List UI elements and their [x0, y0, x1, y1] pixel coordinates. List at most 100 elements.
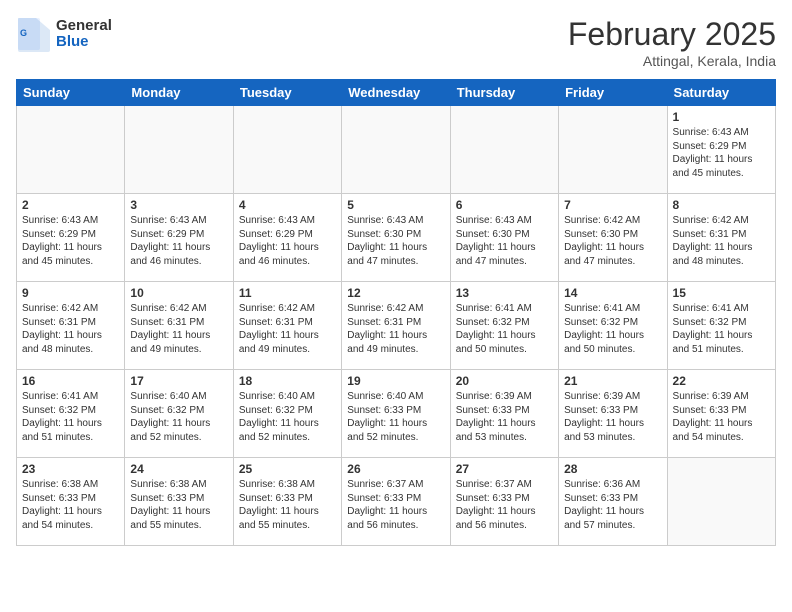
- calendar-subtitle: Attingal, Kerala, India: [568, 53, 776, 69]
- day-number: 27: [456, 462, 553, 476]
- day-number: 11: [239, 286, 336, 300]
- calendar-cell: 7 Sunrise: 6:42 AM Sunset: 6:30 PM Daylig…: [559, 194, 667, 282]
- day-number: 8: [673, 198, 770, 212]
- calendar-cell: [667, 458, 775, 546]
- day-info: Sunrise: 6:41 AM Sunset: 6:32 PM Dayligh…: [673, 302, 770, 356]
- week-row-3: 16 Sunrise: 6:41 AM Sunset: 6:32 PM Dayli…: [17, 370, 776, 458]
- day-info: Sunrise: 6:43 AM Sunset: 6:29 PM Dayligh…: [130, 214, 227, 268]
- calendar-cell: 6Sunrise: 6:43 AM Sunset: 6:30 PM Daylig…: [450, 194, 558, 282]
- day-number: 18: [239, 374, 336, 388]
- calendar-cell: 22Sunrise: 6:39 AM Sunset: 6:33 PM Dayli…: [667, 370, 775, 458]
- day-info: Sunrise: 6:41 AM Sunset: 6:32 PM Dayligh…: [456, 302, 553, 356]
- weekday-header-monday: Monday: [125, 80, 233, 106]
- day-info: Sunrise: 6:40 AM Sunset: 6:33 PM Dayligh…: [347, 390, 444, 444]
- calendar-title: February 2025: [568, 16, 776, 53]
- logo-blue-text: Blue: [56, 34, 112, 51]
- weekday-header-tuesday: Tuesday: [233, 80, 341, 106]
- calendar-cell: 11 Sunrise: 6:42 AM Sunset: 6:31 PM Dayli…: [233, 282, 341, 370]
- calendar-cell: [125, 106, 233, 194]
- week-row-0: 1Sunrise: 6:43 AM Sunset: 6:29 PM Daylig…: [17, 106, 776, 194]
- day-number: 4: [239, 198, 336, 212]
- day-number: 20: [456, 374, 553, 388]
- svg-text:G: G: [20, 28, 27, 38]
- calendar-cell: 9Sunrise: 6:42 AM Sunset: 6:31 PM Daylig…: [17, 282, 125, 370]
- calendar-cell: 28 Sunrise: 6:36 AM Sunset: 6:33 PM Dayli…: [559, 458, 667, 546]
- weekday-header-row: SundayMondayTuesdayWednesdayThursdayFrid…: [17, 80, 776, 106]
- calendar-cell: 1Sunrise: 6:43 AM Sunset: 6:29 PM Daylig…: [667, 106, 775, 194]
- logo-general-text: General: [56, 18, 112, 35]
- calendar-cell: 18 Sunrise: 6:40 AM Sunset: 6:32 PM Dayli…: [233, 370, 341, 458]
- day-number: 26: [347, 462, 444, 476]
- day-info: Sunrise: 6:42 AM Sunset: 6:31 PM Dayligh…: [22, 302, 119, 356]
- day-number: 16: [22, 374, 119, 388]
- day-info: Sunrise: 6:42 AM Sunset: 6:31 PM Dayligh…: [130, 302, 227, 356]
- calendar-cell: [342, 106, 450, 194]
- day-info: Sunrise: 6:38 AM Sunset: 6:33 PM Dayligh…: [22, 478, 119, 532]
- day-number: 7: [564, 198, 661, 212]
- day-info: Sunrise: 6:42 AM Sunset: 6:31 PM Dayligh…: [347, 302, 444, 356]
- weekday-header-thursday: Thursday: [450, 80, 558, 106]
- calendar-cell: [17, 106, 125, 194]
- logo: G General Blue: [16, 16, 112, 52]
- logo-icon: G: [16, 16, 52, 52]
- weekday-header-saturday: Saturday: [667, 80, 775, 106]
- day-info: Sunrise: 6:43 AM Sunset: 6:29 PM Dayligh…: [239, 214, 336, 268]
- day-info: Sunrise: 6:43 AM Sunset: 6:30 PM Dayligh…: [456, 214, 553, 268]
- day-number: 25: [239, 462, 336, 476]
- day-info: Sunrise: 6:42 AM Sunset: 6:30 PM Dayligh…: [564, 214, 661, 268]
- day-info: Sunrise: 6:39 AM Sunset: 6:33 PM Dayligh…: [456, 390, 553, 444]
- day-number: 28: [564, 462, 661, 476]
- calendar-cell: [559, 106, 667, 194]
- day-info: Sunrise: 6:36 AM Sunset: 6:33 PM Dayligh…: [564, 478, 661, 532]
- calendar-cell: 8Sunrise: 6:42 AM Sunset: 6:31 PM Daylig…: [667, 194, 775, 282]
- title-area: February 2025 Attingal, Kerala, India: [568, 16, 776, 69]
- day-number: 5: [347, 198, 444, 212]
- weekday-header-wednesday: Wednesday: [342, 80, 450, 106]
- week-row-4: 23Sunrise: 6:38 AM Sunset: 6:33 PM Dayli…: [17, 458, 776, 546]
- calendar-cell: 27 Sunrise: 6:37 AM Sunset: 6:33 PM Dayli…: [450, 458, 558, 546]
- calendar-cell: 15 Sunrise: 6:41 AM Sunset: 6:32 PM Dayli…: [667, 282, 775, 370]
- calendar-cell: 20 Sunrise: 6:39 AM Sunset: 6:33 PM Dayli…: [450, 370, 558, 458]
- day-info: Sunrise: 6:42 AM Sunset: 6:31 PM Dayligh…: [239, 302, 336, 356]
- day-number: 21: [564, 374, 661, 388]
- day-number: 2: [22, 198, 119, 212]
- day-number: 3: [130, 198, 227, 212]
- day-info: Sunrise: 6:40 AM Sunset: 6:32 PM Dayligh…: [130, 390, 227, 444]
- day-number: 17: [130, 374, 227, 388]
- calendar-cell: [450, 106, 558, 194]
- day-info: Sunrise: 6:41 AM Sunset: 6:32 PM Dayligh…: [22, 390, 119, 444]
- day-info: Sunrise: 6:37 AM Sunset: 6:33 PM Dayligh…: [456, 478, 553, 532]
- calendar-cell: [233, 106, 341, 194]
- calendar-table: SundayMondayTuesdayWednesdayThursdayFrid…: [16, 79, 776, 546]
- calendar-cell: 26 Sunrise: 6:37 AM Sunset: 6:33 PM Dayli…: [342, 458, 450, 546]
- calendar-cell: 24Sunrise: 6:38 AM Sunset: 6:33 PM Dayli…: [125, 458, 233, 546]
- calendar-cell: 13 Sunrise: 6:41 AM Sunset: 6:32 PM Dayli…: [450, 282, 558, 370]
- day-info: Sunrise: 6:43 AM Sunset: 6:29 PM Dayligh…: [22, 214, 119, 268]
- day-number: 10: [130, 286, 227, 300]
- day-info: Sunrise: 6:39 AM Sunset: 6:33 PM Dayligh…: [564, 390, 661, 444]
- calendar-cell: 2 Sunrise: 6:43 AM Sunset: 6:29 PM Daylig…: [17, 194, 125, 282]
- day-info: Sunrise: 6:40 AM Sunset: 6:32 PM Dayligh…: [239, 390, 336, 444]
- calendar-cell: 14 Sunrise: 6:41 AM Sunset: 6:32 PM Dayli…: [559, 282, 667, 370]
- day-info: Sunrise: 6:41 AM Sunset: 6:32 PM Dayligh…: [564, 302, 661, 356]
- day-number: 24: [130, 462, 227, 476]
- day-number: 13: [456, 286, 553, 300]
- header: G General Blue February 2025 Attingal, K…: [16, 16, 776, 69]
- calendar-cell: 21 Sunrise: 6:39 AM Sunset: 6:33 PM Dayli…: [559, 370, 667, 458]
- day-info: Sunrise: 6:43 AM Sunset: 6:30 PM Dayligh…: [347, 214, 444, 268]
- logo-text: General Blue: [56, 18, 112, 51]
- calendar-cell: 12Sunrise: 6:42 AM Sunset: 6:31 PM Dayli…: [342, 282, 450, 370]
- calendar-cell: 23Sunrise: 6:38 AM Sunset: 6:33 PM Dayli…: [17, 458, 125, 546]
- day-number: 15: [673, 286, 770, 300]
- calendar-cell: 16 Sunrise: 6:41 AM Sunset: 6:32 PM Dayli…: [17, 370, 125, 458]
- weekday-header-sunday: Sunday: [17, 80, 125, 106]
- week-row-2: 9Sunrise: 6:42 AM Sunset: 6:31 PM Daylig…: [17, 282, 776, 370]
- day-number: 1: [673, 110, 770, 124]
- day-number: 22: [673, 374, 770, 388]
- day-info: Sunrise: 6:37 AM Sunset: 6:33 PM Dayligh…: [347, 478, 444, 532]
- calendar-cell: 19Sunrise: 6:40 AM Sunset: 6:33 PM Dayli…: [342, 370, 450, 458]
- calendar-cell: 17 Sunrise: 6:40 AM Sunset: 6:32 PM Dayli…: [125, 370, 233, 458]
- day-info: Sunrise: 6:38 AM Sunset: 6:33 PM Dayligh…: [239, 478, 336, 532]
- calendar-cell: 5 Sunrise: 6:43 AM Sunset: 6:30 PM Daylig…: [342, 194, 450, 282]
- day-number: 14: [564, 286, 661, 300]
